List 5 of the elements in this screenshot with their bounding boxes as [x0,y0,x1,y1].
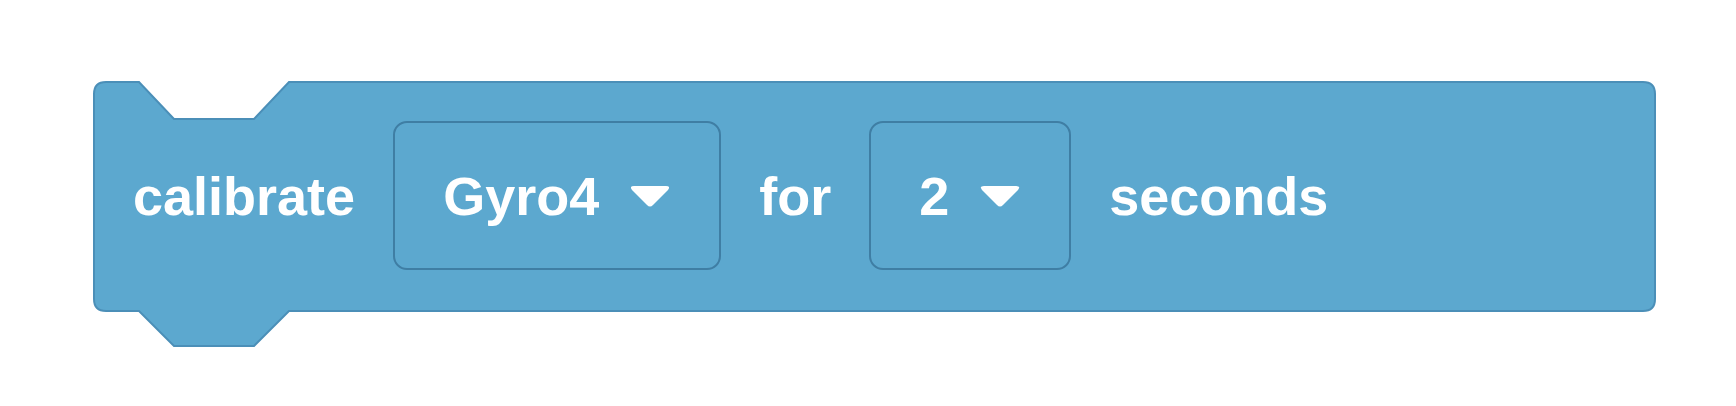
block-label: for [759,168,832,223]
block-label: seconds [1109,168,1329,223]
dropdown-field[interactable]: 2 [869,121,1072,270]
dropdown-field[interactable]: Gyro4 [393,121,722,270]
block-label: calibrate [133,168,356,223]
